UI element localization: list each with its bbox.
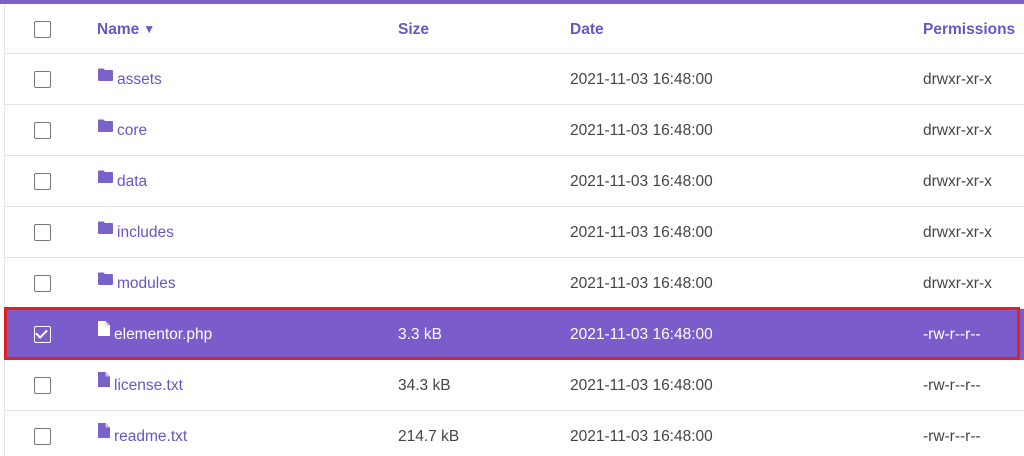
- file-name-cell[interactable]: assets: [97, 54, 162, 105]
- file-date-cell: 2021-11-03 16:48:00: [570, 224, 713, 241]
- folder-icon: [97, 103, 114, 154]
- file-name-label[interactable]: license.txt: [114, 377, 183, 394]
- file-name-label[interactable]: assets: [117, 71, 162, 88]
- table-row[interactable]: license.txt 34.3 kB 2021-11-03 16:48:00 -rw…: [4, 360, 1024, 411]
- row-checkbox[interactable]: [34, 326, 51, 343]
- file-name-cell[interactable]: license.txt: [97, 360, 183, 411]
- folder-icon: [97, 154, 114, 205]
- file-date-cell: 2021-11-03 16:48:00: [570, 377, 713, 394]
- column-header-date[interactable]: Date: [570, 4, 604, 55]
- file-icon: [97, 307, 111, 358]
- file-permissions-cell: drwxr-xr-x: [923, 224, 992, 241]
- table-row[interactable]: data 2021-11-03 16:48:00 drwxr-xr-x: [4, 156, 1024, 207]
- column-header-name[interactable]: Name ▼: [97, 4, 155, 55]
- file-size-cell: 3.3 kB: [398, 326, 442, 343]
- select-all-checkbox[interactable]: [34, 21, 51, 38]
- file-name-label[interactable]: core: [117, 122, 147, 139]
- file-name-cell[interactable]: data: [97, 156, 147, 207]
- folder-icon: [97, 52, 114, 103]
- table-row[interactable]: readme.txt 214.7 kB 2021-11-03 16:48:00 -rw…: [4, 411, 1024, 456]
- file-name-cell[interactable]: core: [97, 105, 147, 156]
- file-date-cell: 2021-11-03 16:48:00: [570, 71, 713, 88]
- table-row[interactable]: elementor.php 3.3 kB 2021-11-03 16:48:00 -r…: [4, 309, 1024, 360]
- column-header-size[interactable]: Size: [398, 4, 429, 55]
- file-permissions-cell: -rw-r--r--: [923, 428, 981, 445]
- file-name-label[interactable]: data: [117, 173, 147, 190]
- table-row[interactable]: includes 2021-11-03 16:48:00 drwxr-xr-x: [4, 207, 1024, 258]
- file-date-cell: 2021-11-03 16:48:00: [570, 173, 713, 190]
- file-name-cell[interactable]: includes: [97, 207, 174, 258]
- row-checkbox[interactable]: [34, 224, 51, 241]
- file-name-label[interactable]: modules: [117, 275, 176, 292]
- file-icon: [97, 409, 111, 456]
- folder-icon: [97, 205, 114, 256]
- file-name-cell[interactable]: readme.txt: [97, 411, 187, 456]
- row-checkbox[interactable]: [34, 122, 51, 139]
- file-size-cell: 34.3 kB: [398, 377, 451, 394]
- file-name-cell[interactable]: modules: [97, 258, 176, 309]
- row-checkbox[interactable]: [34, 275, 51, 292]
- file-icon: [97, 358, 111, 409]
- column-header-permissions[interactable]: Permissions: [923, 4, 1015, 55]
- file-permissions-cell: -rw-r--r--: [923, 377, 981, 394]
- folder-icon: [97, 256, 114, 307]
- file-date-cell: 2021-11-03 16:48:00: [570, 275, 713, 292]
- row-checkbox[interactable]: [34, 428, 51, 445]
- table-row[interactable]: core 2021-11-03 16:48:00 drwxr-xr-x: [4, 105, 1024, 156]
- file-permissions-cell: drwxr-xr-x: [923, 71, 992, 88]
- file-permissions-cell: -rw-r--r--: [923, 326, 981, 343]
- row-checkbox[interactable]: [34, 71, 51, 88]
- row-checkbox[interactable]: [34, 173, 51, 190]
- file-permissions-cell: drwxr-xr-x: [923, 122, 992, 139]
- file-name-cell[interactable]: elementor.php: [97, 309, 212, 360]
- file-date-cell: 2021-11-03 16:48:00: [570, 326, 713, 343]
- file-permissions-cell: drwxr-xr-x: [923, 275, 992, 292]
- sort-down-icon[interactable]: ▼: [143, 22, 155, 36]
- file-size-cell: 214.7 kB: [398, 428, 460, 445]
- table-header: Name ▼ Size Date Permissions: [4, 4, 1024, 54]
- table-row[interactable]: assets 2021-11-03 16:48:00 drwxr-xr-x: [4, 54, 1024, 105]
- file-permissions-cell: drwxr-xr-x: [923, 173, 992, 190]
- row-checkbox[interactable]: [34, 377, 51, 394]
- file-name-label[interactable]: includes: [117, 224, 174, 241]
- file-name-label[interactable]: readme.txt: [114, 428, 187, 445]
- file-name-label[interactable]: elementor.php: [114, 326, 212, 343]
- file-date-cell: 2021-11-03 16:48:00: [570, 122, 713, 139]
- file-date-cell: 2021-11-03 16:48:00: [570, 428, 713, 445]
- table-row[interactable]: modules 2021-11-03 16:48:00 drwxr-xr-x: [4, 258, 1024, 309]
- check-icon: [35, 326, 48, 339]
